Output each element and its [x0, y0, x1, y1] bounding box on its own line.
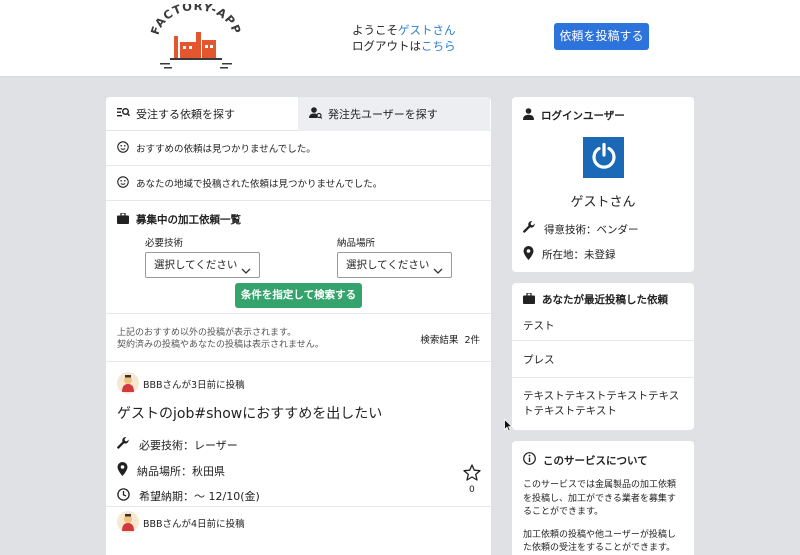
guest-name-link[interactable]: ゲストさん [398, 23, 456, 37]
recruit-title: 募集中の加工依頼一覧 [117, 211, 480, 227]
job-post[interactable]: BBBさんが3日前に投稿 ゲストのjob#showにおすすめを出したい 必要技術… [106, 362, 491, 508]
search-with-filters-button[interactable]: 条件を指定して検索する [235, 283, 362, 308]
results-count-label: 検索結果 [420, 335, 459, 346]
results-note-line2: 契約済みの投稿やあなたの投稿は表示されません。 [117, 340, 324, 350]
tab-find-users-label: 発注先ユーザーを探す [328, 108, 438, 121]
map-pin-icon [523, 246, 542, 263]
skill-select[interactable]: 選択してください [145, 252, 260, 278]
avatar[interactable] [117, 511, 139, 533]
place-filter-label: 納品場所 [337, 238, 376, 249]
user-skill-text: 得意技術：ベンダー [544, 223, 639, 236]
svg-text:FACTORY-APP: FACTORY-APP [148, 4, 244, 37]
post-skill-text: 必要技術：レーザー [139, 439, 238, 452]
greeting-prefix: ようこそ [352, 23, 398, 37]
notice-region: あなたの地域で投稿された依頼は見つかりませんでした。 [106, 166, 491, 201]
factory-app-logo[interactable]: FACTORY-APP [146, 0, 246, 72]
tab-find-requests[interactable]: 受注する依頼を探す [106, 97, 298, 131]
post-place-text: 納品場所：秋田県 [137, 464, 225, 478]
results-count-value: 2件 [464, 335, 480, 346]
results-note: 上記のおすすめ以外の投稿が表示されます。 契約済みの投稿やあなたの投稿は表示され… [117, 327, 324, 351]
smiley-icon [117, 175, 136, 191]
post-request-button[interactable]: 依頼を投稿する [554, 23, 649, 50]
login-user-card: ログインユーザー ゲストさん 得意技術：ベンダー 所在地：未登録 [512, 97, 694, 272]
power-icon [590, 142, 618, 173]
tab-find-requests-label: 受注する依頼を探す [136, 108, 235, 121]
tab-bar: 受注する依頼を探す 発注先ユーザーを探す [106, 97, 491, 131]
notice-recommended-text: おすすめの依頼は見つかりませんでした。 [136, 144, 316, 155]
skill-filter-label: 必要技術 [145, 238, 184, 249]
recent-post-item[interactable]: プレス [512, 340, 694, 377]
login-card-title-text: ログインユーザー [541, 109, 625, 122]
post-author: BBBさんが3日前に投稿 [143, 380, 245, 391]
notice-region-text: あなたの地域で投稿された依頼は見つかりませんでした。 [136, 179, 383, 190]
post-skill: 必要技術：レーザー [117, 437, 238, 453]
about-card-title-text: このサービスについて [543, 454, 648, 467]
user-search-icon [309, 106, 328, 122]
favorite-count: 0 [469, 485, 475, 495]
chevron-down-icon [241, 260, 251, 284]
job-post[interactable]: BBBさんが4日前に投稿 [106, 508, 491, 548]
user-location-text: 所在地：未登録 [542, 249, 616, 261]
search-list-icon [117, 107, 136, 121]
results-info: 上記のおすすめ以外の投稿が表示されます。 契約済みの投稿やあなたの投稿は表示され… [106, 314, 491, 362]
smiley-icon [117, 140, 136, 156]
about-paragraph: 加工依頼の投稿や他ユーザーが投稿した依頼の受注をすることができます。 [523, 529, 676, 554]
place-select-value: 選択してください [346, 259, 430, 271]
clock-icon [117, 488, 139, 504]
recent-card-title-text: あなたが最近投稿した依頼 [542, 294, 668, 306]
post-deadline: 希望納期：～ 12/10(金) [117, 488, 260, 504]
map-pin-icon [117, 462, 137, 479]
recent-post-item[interactable]: テキストテキストテキストテキストテキストテキスト [512, 377, 694, 429]
login-user-name: ゲストさん [570, 195, 636, 210]
about-card-title: このサービスについて [512, 450, 694, 470]
post-title[interactable]: ゲストのjob#showにおすすめを出したい [117, 403, 382, 423]
tab-find-users[interactable]: 発注先ユーザーを探す [298, 97, 490, 131]
wrench-icon [117, 437, 139, 453]
skill-select-value: 選択してください [154, 259, 238, 271]
divider [106, 506, 491, 507]
about-service-card: このサービスについて このサービスでは金属製品の加工依頼を投稿し、加工ができる業… [512, 441, 694, 555]
place-select[interactable]: 選択してください [337, 252, 452, 278]
post-place: 納品場所：秋田県 [117, 462, 225, 479]
notice-recommended: おすすめの依頼は見つかりませんでした。 [106, 131, 491, 166]
favorite-star-icon[interactable] [463, 464, 481, 484]
recruit-title-text: 募集中の加工依頼一覧 [136, 214, 241, 226]
results-count: 検索結果 2件 [420, 332, 480, 346]
main-panel: 受注する依頼を探す 発注先ユーザーを探す おすすめの依頼は見つかりませんでした。… [106, 97, 491, 555]
logout-prefix: ログアウトは [352, 39, 421, 53]
logo-text: FACTORY-APP [148, 0, 243, 37]
mouse-cursor-icon [504, 418, 514, 435]
user-location: 所在地：未登録 [523, 246, 616, 263]
recent-posts-card: あなたが最近投稿した依頼 テスト プレス テキストテキストテキストテキストテキス… [512, 283, 694, 430]
logout-link[interactable]: こちら [421, 39, 456, 53]
recent-post-item[interactable]: テスト [512, 314, 694, 340]
greeting: ようこそゲストさん ログアウトはこちら [352, 22, 456, 54]
user-avatar[interactable] [583, 137, 624, 178]
wrench-icon [523, 221, 544, 237]
info-icon [523, 452, 543, 468]
login-card-title: ログインユーザー [512, 97, 694, 133]
about-text: このサービスでは金属製品の加工依頼を投稿し、加工ができる業者を募集することができ… [512, 470, 694, 555]
user-skill: 得意技術：ベンダー [523, 221, 639, 237]
chevron-down-icon [433, 260, 443, 284]
briefcase-icon [523, 291, 542, 307]
user-icon [523, 107, 541, 123]
recruit-section: 募集中の加工依頼一覧 必要技術 選択してください 納品場所 選択してください 条… [106, 201, 491, 314]
about-paragraph: このサービスでは金属製品の加工依頼を投稿し、加工ができる業者を募集することができ… [523, 480, 677, 517]
post-deadline-text: 希望納期：～ 12/10(金) [139, 490, 260, 503]
avatar[interactable] [117, 372, 139, 394]
results-note-line1: 上記のおすすめ以外の投稿が表示されます。 [117, 328, 297, 338]
post-author: BBBさんが4日前に投稿 [143, 519, 245, 530]
briefcase-icon [117, 211, 136, 227]
header: FACTORY-APP ようこそゲストさん ログアウトはこちら 依頼を投稿する [0, 0, 800, 77]
recent-card-title: あなたが最近投稿した依頼 [512, 288, 694, 311]
